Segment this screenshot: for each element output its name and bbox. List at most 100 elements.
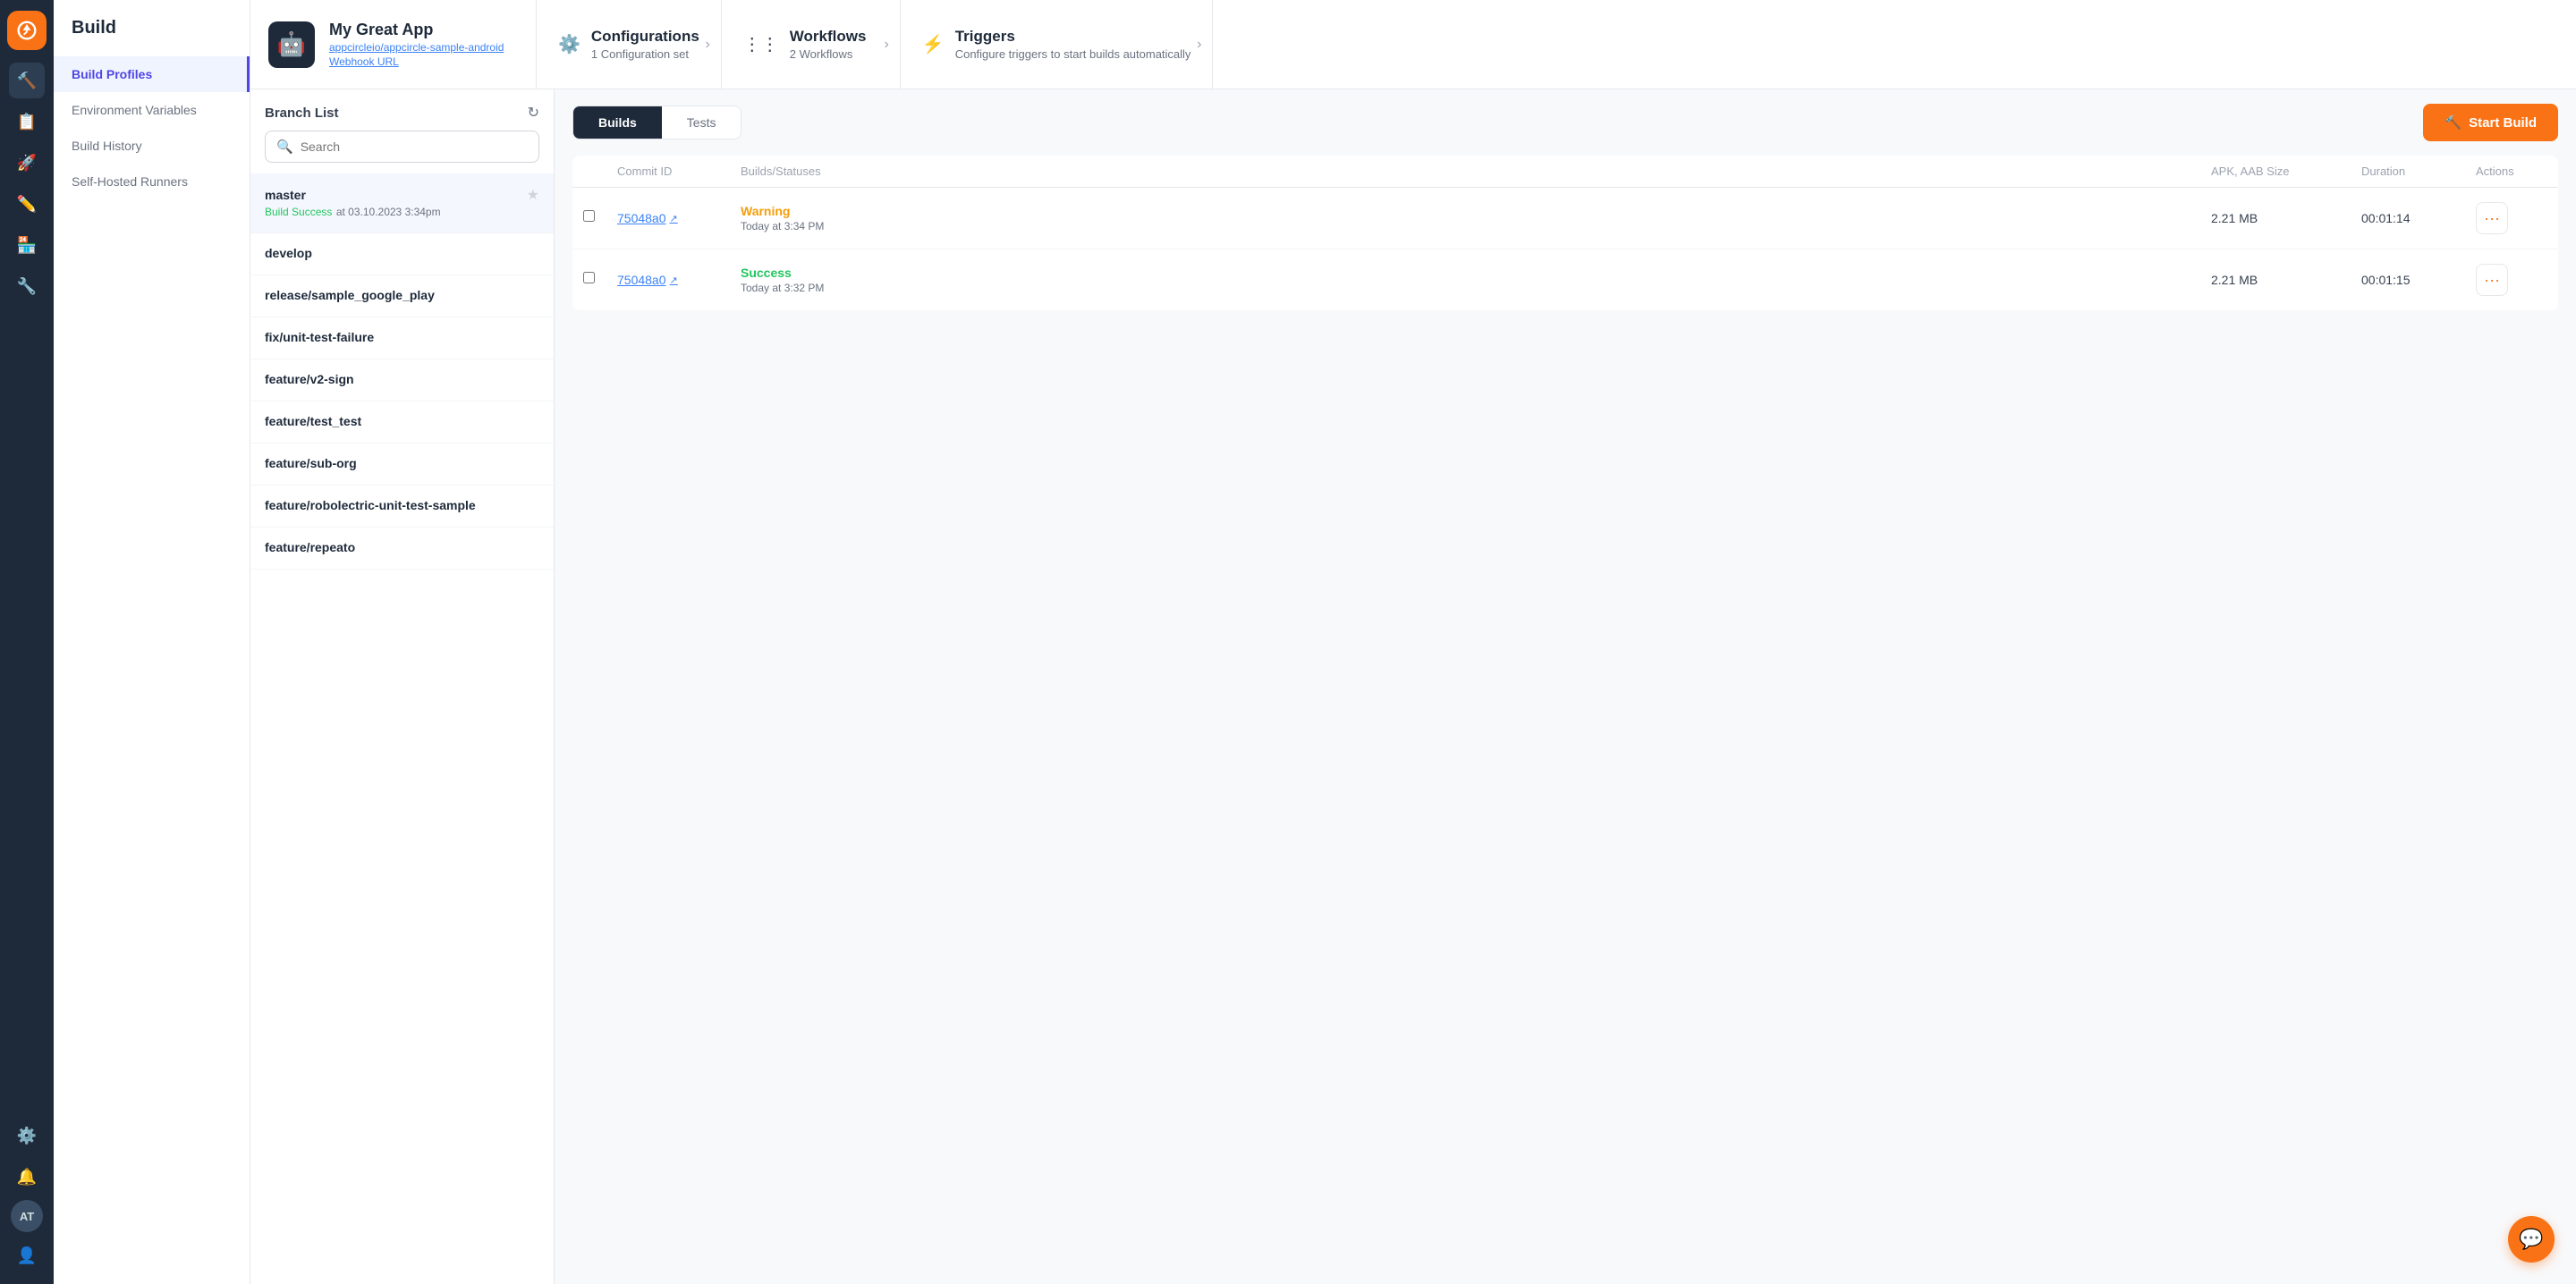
branch-status-master: Build Success: [265, 206, 332, 218]
commit-link-2[interactable]: 75048a0 ↗: [617, 273, 733, 287]
row-checkbox-2[interactable]: [583, 272, 610, 288]
build-status-time-1: Today at 3:34 PM: [741, 220, 2204, 232]
sidebar-item-self-hosted[interactable]: Self-Hosted Runners: [54, 164, 250, 199]
configurations-label: Configurations: [591, 28, 699, 46]
main-content: 🤖 My Great App appcircleio/appcircle-sam…: [250, 0, 2576, 1284]
branch-name-testtest: feature/test_test: [265, 414, 361, 428]
branch-name-repeato: feature/repeato: [265, 540, 355, 554]
branch-name-fix: fix/unit-test-failure: [265, 330, 374, 344]
wrench-icon: 🔨: [2445, 114, 2462, 131]
chat-button[interactable]: 💬: [2508, 1216, 2555, 1263]
branch-item-repeato[interactable]: feature/repeato: [250, 528, 554, 570]
app-info: 🤖 My Great App appcircleio/appcircle-sam…: [268, 0, 537, 89]
build-table: Commit ID Builds/Statuses APK, AAB Size …: [555, 141, 2576, 1284]
branch-item-master[interactable]: master ★ Build Success at 03.10.2023 3:3…: [250, 173, 554, 233]
branch-item-fix[interactable]: fix/unit-test-failure: [250, 317, 554, 359]
build-status-1: Warning: [741, 204, 2204, 218]
build-tabs-row: Builds Tests 🔨 Start Build: [555, 89, 2576, 141]
build-duration-1: 00:01:14: [2361, 211, 2469, 225]
sidebar-title: Build: [54, 18, 250, 56]
branch-item-testtest[interactable]: feature/test_test: [250, 401, 554, 443]
branch-title: Branch List: [265, 106, 339, 121]
sidebar: Build Build Profiles Environment Variabl…: [54, 0, 250, 1284]
table-row: 75048a0 ↗ Success Today at 3:32 PM 2.21 …: [572, 249, 2558, 310]
action-menu-2[interactable]: ···: [2476, 264, 2508, 296]
tools-icon[interactable]: 🔧: [9, 268, 45, 304]
branch-time-master: at 03.10.2023 3:34pm: [336, 206, 441, 218]
triggers-label: Triggers: [955, 28, 1191, 46]
settings-icon[interactable]: ⚙️: [9, 1118, 45, 1153]
branch-name-v2sign: feature/v2-sign: [265, 372, 354, 386]
triggers-sub: Configure triggers to start builds autom…: [955, 47, 1191, 61]
user-avatar[interactable]: AT: [11, 1200, 43, 1232]
refresh-button[interactable]: ↻: [528, 104, 539, 122]
store-icon[interactable]: 🏪: [9, 227, 45, 263]
logo[interactable]: [7, 11, 47, 50]
branch-item-develop[interactable]: develop: [250, 233, 554, 275]
workflows-chevron: ›: [884, 37, 888, 53]
triggers-icon: ⚡: [922, 33, 945, 55]
configurations-sub: 1 Configuration set: [591, 47, 699, 61]
col-commit: Commit ID: [617, 165, 733, 178]
checkbox-1[interactable]: [583, 210, 595, 222]
col-duration: Duration: [2361, 165, 2469, 178]
workflows-label: Workflows: [790, 28, 867, 46]
bell-icon[interactable]: 🔔: [9, 1159, 45, 1195]
row-checkbox-1[interactable]: [583, 210, 610, 226]
col-status: Builds/Statuses: [741, 165, 2204, 178]
configurations-nav[interactable]: ⚙️ Configurations 1 Configuration set ›: [537, 0, 722, 89]
branch-header: Branch List ↻: [250, 89, 554, 131]
deploy-icon[interactable]: 🚀: [9, 145, 45, 181]
branch-name-robolectric: feature/robolectric-unit-test-sample: [265, 498, 476, 512]
checkbox-2[interactable]: [583, 272, 595, 283]
tab-tests[interactable]: Tests: [662, 106, 741, 139]
workflows-nav[interactable]: ⋮⋮ Workflows 2 Workflows ›: [722, 0, 901, 89]
build-duration-2: 00:01:15: [2361, 273, 2469, 287]
tab-builds[interactable]: Builds: [573, 106, 662, 139]
branch-item-release[interactable]: release/sample_google_play: [250, 275, 554, 317]
col-check: [583, 165, 610, 178]
sign-icon[interactable]: ✏️: [9, 186, 45, 222]
triggers-nav[interactable]: ⚡ Triggers Configure triggers to start b…: [901, 0, 1214, 89]
top-bar: 🤖 My Great App appcircleio/appcircle-sam…: [250, 0, 2576, 89]
user-icon[interactable]: 👤: [9, 1238, 45, 1273]
app-webhook-link[interactable]: Webhook URL: [329, 55, 504, 68]
configurations-chevron: ›: [705, 37, 709, 53]
branch-panel: Branch List ↻ 🔍 master ★ Build Success a…: [250, 89, 555, 1284]
build-size-2: 2.21 MB: [2211, 273, 2354, 287]
sidebar-item-env-vars[interactable]: Environment Variables: [54, 92, 250, 128]
content-area: Branch List ↻ 🔍 master ★ Build Success a…: [250, 89, 2576, 1284]
workflows-icon: ⋮⋮: [743, 33, 779, 55]
branch-name-master: master: [265, 188, 306, 202]
branch-star-master[interactable]: ★: [527, 186, 539, 204]
commit-link-1[interactable]: 75048a0 ↗: [617, 211, 733, 225]
branch-name-develop: develop: [265, 246, 312, 260]
action-menu-1[interactable]: ···: [2476, 202, 2508, 234]
build-panel: Builds Tests 🔨 Start Build Commit ID Bui…: [555, 89, 2576, 1284]
col-actions: Actions: [2476, 165, 2547, 178]
branch-search-input[interactable]: [301, 139, 528, 154]
build-icon[interactable]: 🔨: [9, 63, 45, 98]
branch-item-robolectric[interactable]: feature/robolectric-unit-test-sample: [250, 486, 554, 528]
start-build-button[interactable]: 🔨 Start Build: [2423, 104, 2558, 141]
col-size: APK, AAB Size: [2211, 165, 2354, 178]
branch-item-v2sign[interactable]: feature/v2-sign: [250, 359, 554, 401]
app-repo-link[interactable]: appcircleio/appcircle-sample-android: [329, 41, 504, 54]
branch-list: master ★ Build Success at 03.10.2023 3:3…: [250, 173, 554, 1284]
sidebar-item-build-history[interactable]: Build History: [54, 128, 250, 164]
branch-name-suborg: feature/sub-org: [265, 456, 357, 470]
search-icon: 🔍: [276, 139, 293, 155]
sidebar-item-build-profiles[interactable]: Build Profiles: [54, 56, 250, 92]
build-size-1: 2.21 MB: [2211, 211, 2354, 225]
search-box: 🔍: [265, 131, 539, 163]
build-tabs: Builds Tests: [572, 106, 741, 139]
configurations-icon: ⚙️: [558, 33, 580, 55]
table-row: 75048a0 ↗ Warning Today at 3:34 PM 2.21 …: [572, 188, 2558, 249]
workflows-sub: 2 Workflows: [790, 47, 867, 61]
test-icon[interactable]: 📋: [9, 104, 45, 139]
branch-name-release: release/sample_google_play: [265, 288, 435, 302]
branch-item-suborg[interactable]: feature/sub-org: [250, 443, 554, 486]
app-name: My Great App: [329, 21, 504, 39]
triggers-chevron: ›: [1197, 37, 1201, 53]
build-status-2: Success: [741, 266, 2204, 280]
